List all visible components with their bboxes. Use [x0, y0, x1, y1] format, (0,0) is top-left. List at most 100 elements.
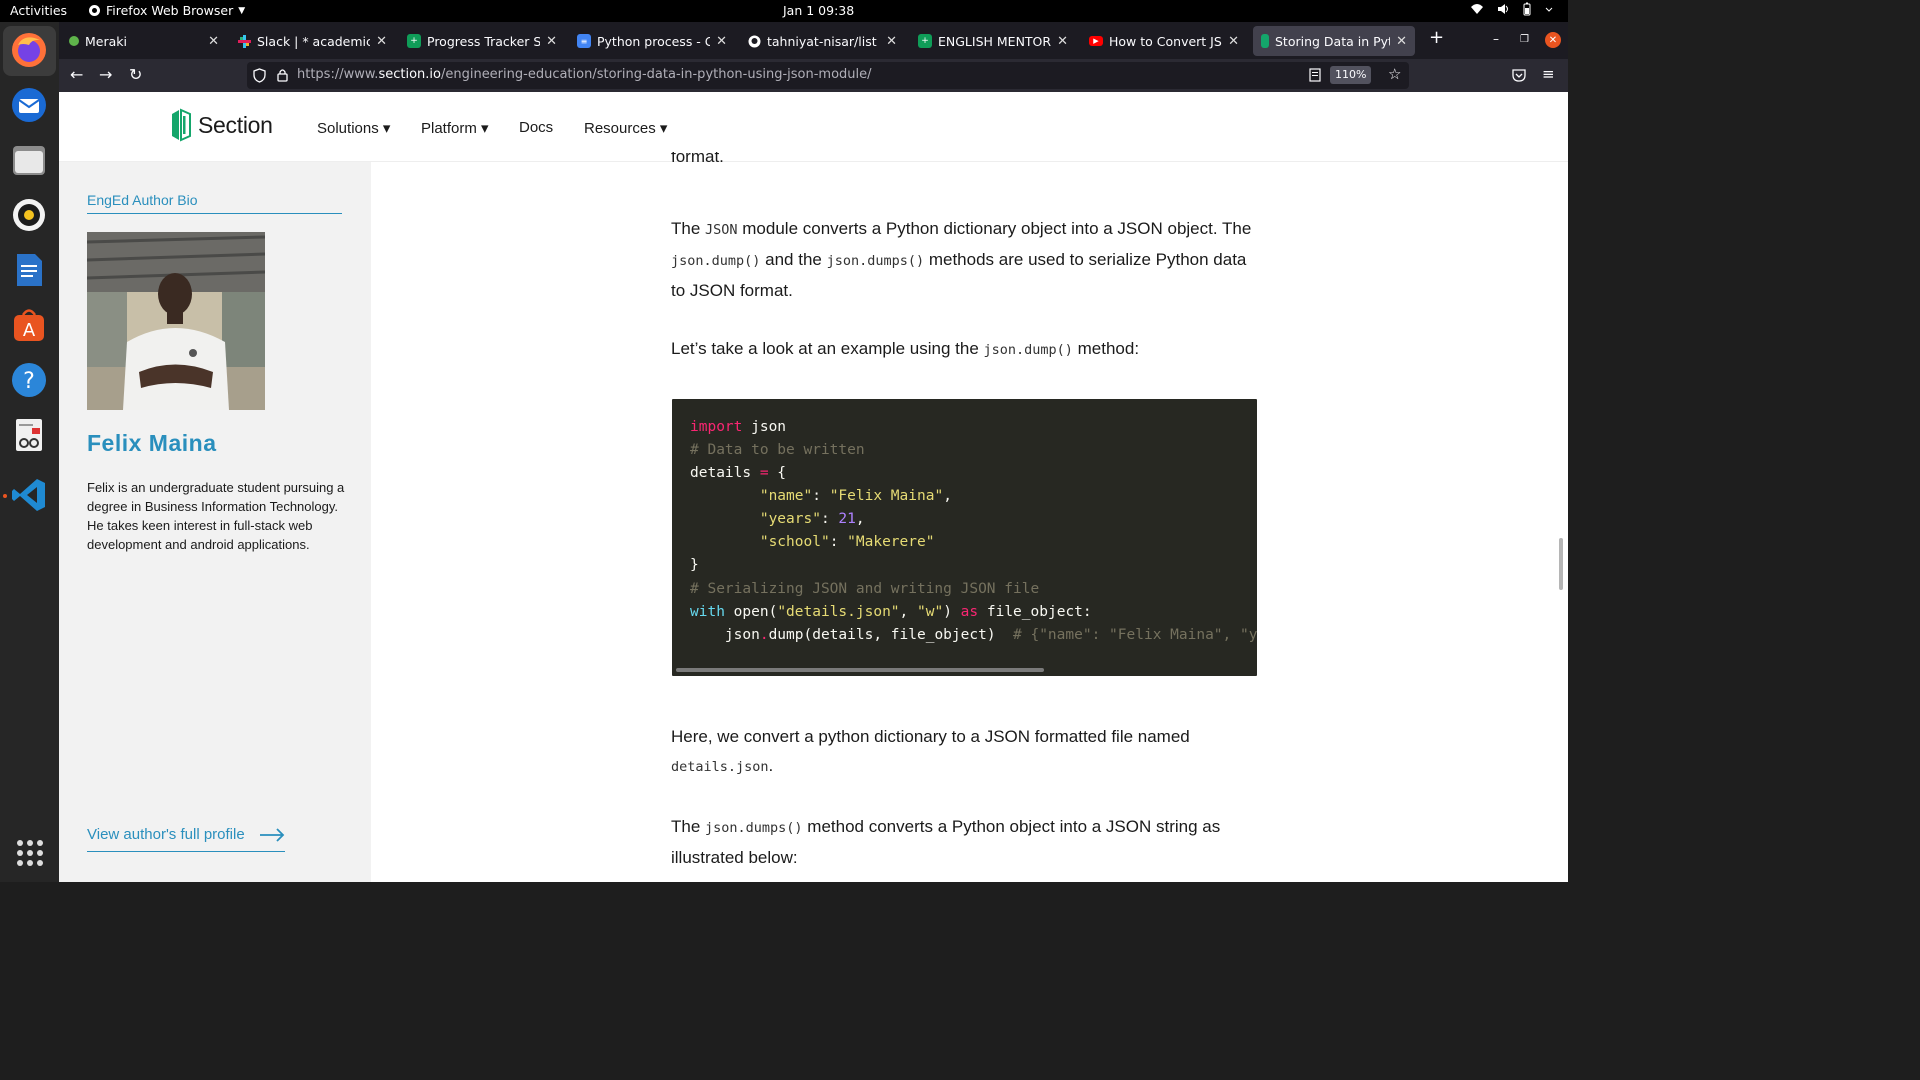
vscode-dock-icon[interactable] — [9, 475, 49, 515]
tab-strip: Meraki ✕ Slack | * academics | N ✕ + Pro… — [59, 22, 1568, 59]
firefox-app-icon — [89, 5, 100, 16]
sheets-favicon-icon: + — [918, 34, 932, 48]
forward-arrow-icon[interactable]: → — [99, 65, 112, 84]
close-tab-icon[interactable]: ✕ — [208, 34, 219, 49]
code-line: # Serializing JSON and writing JSON file — [690, 581, 1040, 597]
system-top-bar: Activities Firefox Web Browser ▼ Jan 1 0… — [0, 0, 1568, 22]
tab-python-process[interactable]: ≡ Python process - Goog ✕ — [569, 26, 735, 56]
dock: A ? — [0, 22, 59, 882]
section-favicon-icon — [1261, 34, 1269, 48]
sheets-favicon-icon: + — [407, 34, 421, 48]
back-arrow-icon[interactable]: ← — [70, 65, 83, 84]
close-tab-icon[interactable]: ✕ — [546, 34, 557, 49]
author-sidebar: EngEd Author Bio Felix Maina Felix is an… — [59, 162, 371, 882]
nav-resources[interactable]: Resources ▾ — [584, 119, 667, 137]
github-favicon-icon — [747, 34, 761, 48]
show-applications-icon[interactable] — [17, 840, 43, 866]
profile-link-label: View author's full profile — [87, 826, 245, 843]
code-line: json.dump(details, file_object) # {"name… — [690, 627, 1257, 643]
code-line: with open("details.json", "w") as file_o… — [690, 604, 1092, 620]
arrow-right-icon — [259, 827, 284, 842]
close-tab-icon[interactable]: ✕ — [1396, 34, 1407, 49]
close-tab-icon[interactable]: ✕ — [376, 34, 387, 49]
code-line: details = { — [690, 465, 787, 481]
svg-text:?: ? — [23, 369, 35, 394]
battery-icon — [1523, 2, 1531, 16]
code-horizontal-scrollbar[interactable] — [676, 668, 1044, 672]
system-tray[interactable] — [1470, 2, 1554, 16]
youtube-favicon-icon: ▶ — [1089, 36, 1103, 46]
volume-icon — [1498, 4, 1508, 14]
tracking-protection-shield-icon[interactable] — [253, 68, 266, 83]
view-author-profile-link[interactable]: View author's full profile — [87, 826, 285, 852]
code-line: import json — [690, 419, 787, 435]
wifi-icon — [1471, 4, 1483, 14]
tab-english-mentor[interactable]: + ENGLISH MENTOR GR ✕ — [910, 26, 1076, 56]
author-bio-heading: EngEd Author Bio — [87, 192, 198, 208]
thunderbird-dock-icon[interactable] — [9, 85, 49, 125]
rhythmbox-dock-icon[interactable] — [9, 195, 49, 235]
section-logo-mark-icon — [172, 108, 191, 142]
code-line: "years": 21, — [759, 511, 865, 527]
tab-slack[interactable]: Slack | * academics | N ✕ — [229, 26, 395, 56]
app-menu[interactable]: Firefox Web Browser ▼ — [88, 3, 245, 18]
nav-platform[interactable]: Platform ▾ — [421, 119, 489, 137]
software-center-dock-icon[interactable]: A — [9, 305, 49, 345]
reader-view-icon[interactable] — [1309, 68, 1321, 82]
slack-favicon-icon — [237, 34, 251, 48]
nav-solutions[interactable]: Solutions ▾ — [317, 119, 390, 137]
document-viewer-dock-icon[interactable] — [9, 415, 49, 455]
meraki-favicon-icon — [69, 36, 79, 46]
svg-text:A: A — [23, 320, 36, 341]
code-line: "name": "Felix Maina", — [759, 488, 952, 504]
restore-window-icon[interactable]: ❐ — [1520, 34, 1529, 45]
url-text[interactable]: https://www.section.io/engineering-educa… — [297, 67, 872, 82]
code-line: } — [690, 557, 699, 573]
hamburger-menu-icon[interactable]: ≡ — [1542, 65, 1555, 83]
section-logo[interactable]: Section — [170, 108, 273, 142]
close-tab-icon[interactable]: ✕ — [716, 34, 727, 49]
power-menu-icon — [1545, 7, 1553, 12]
code-line: # Data to be written — [690, 442, 865, 458]
reload-icon[interactable]: ↻ — [129, 65, 142, 84]
activities-button[interactable]: Activities — [10, 3, 67, 18]
clock[interactable]: Jan 1 09:38 — [783, 3, 854, 18]
close-window-icon[interactable]: ✕ — [1545, 32, 1561, 48]
paragraph-json-dumps: The json.dumps() method converts a Pytho… — [671, 817, 1221, 867]
caret-down-icon: ▼ — [238, 5, 246, 16]
page-vertical-scrollbar[interactable] — [1559, 538, 1563, 590]
nav-docs[interactable]: Docs — [519, 119, 553, 136]
author-photo — [87, 232, 265, 410]
tab-github-list[interactable]: tahniyat-nisar/list ✕ — [739, 26, 905, 56]
writer-dock-icon[interactable] — [9, 250, 49, 290]
bookmark-star-icon[interactable]: ☆ — [1388, 65, 1401, 83]
app-menu-label: Firefox Web Browser — [106, 3, 234, 18]
zoom-level-badge[interactable]: 110% — [1330, 66, 1372, 84]
code-line: "school": "Makerere" — [759, 534, 935, 550]
paragraph-json-module: The JSON module converts a Python dictio… — [671, 219, 1252, 300]
minimize-window-icon[interactable]: – — [1493, 32, 1499, 46]
tab-storing-data-in-python[interactable]: Storing Data in Python ✕ — [1253, 26, 1415, 56]
pocket-icon[interactable] — [1512, 68, 1526, 82]
paragraph-example-intro: Let’s take a look at an example using th… — [671, 339, 1140, 358]
new-tab-icon[interactable]: + — [1429, 27, 1444, 48]
author-name[interactable]: Felix Maina — [87, 430, 216, 457]
close-tab-icon[interactable]: ✕ — [1057, 34, 1068, 49]
author-bio-text: Felix is an undergraduate student pursui… — [87, 480, 345, 552]
close-tab-icon[interactable]: ✕ — [886, 34, 897, 49]
article-partial-line: format. — [671, 152, 724, 166]
files-dock-icon[interactable] — [9, 140, 49, 180]
tab-progress-tracker[interactable]: + Progress Tracker Shee ✕ — [399, 26, 565, 56]
tab-meraki[interactable]: Meraki ✕ — [61, 26, 227, 56]
url-bar[interactable]: https://www.section.io/engineering-educa… — [247, 62, 1409, 89]
paragraph-details-json: Here, we convert a python dictionary to … — [671, 727, 1190, 775]
firefox-dock-icon[interactable] — [9, 30, 49, 70]
navigation-toolbar: ← → ↻ https://www.section.io/engineering… — [59, 59, 1568, 92]
close-tab-icon[interactable]: ✕ — [1228, 34, 1239, 49]
web-page: Section Solutions ▾ Platform ▾ Docs Reso… — [59, 92, 1568, 882]
tab-how-to-convert-json[interactable]: ▶ How to Convert JSON ✕ — [1081, 26, 1247, 56]
lock-icon[interactable] — [277, 68, 288, 82]
help-dock-icon[interactable]: ? — [9, 360, 49, 400]
docs-favicon-icon: ≡ — [577, 34, 591, 48]
code-block[interactable]: import json # Data to be written details… — [672, 399, 1257, 676]
